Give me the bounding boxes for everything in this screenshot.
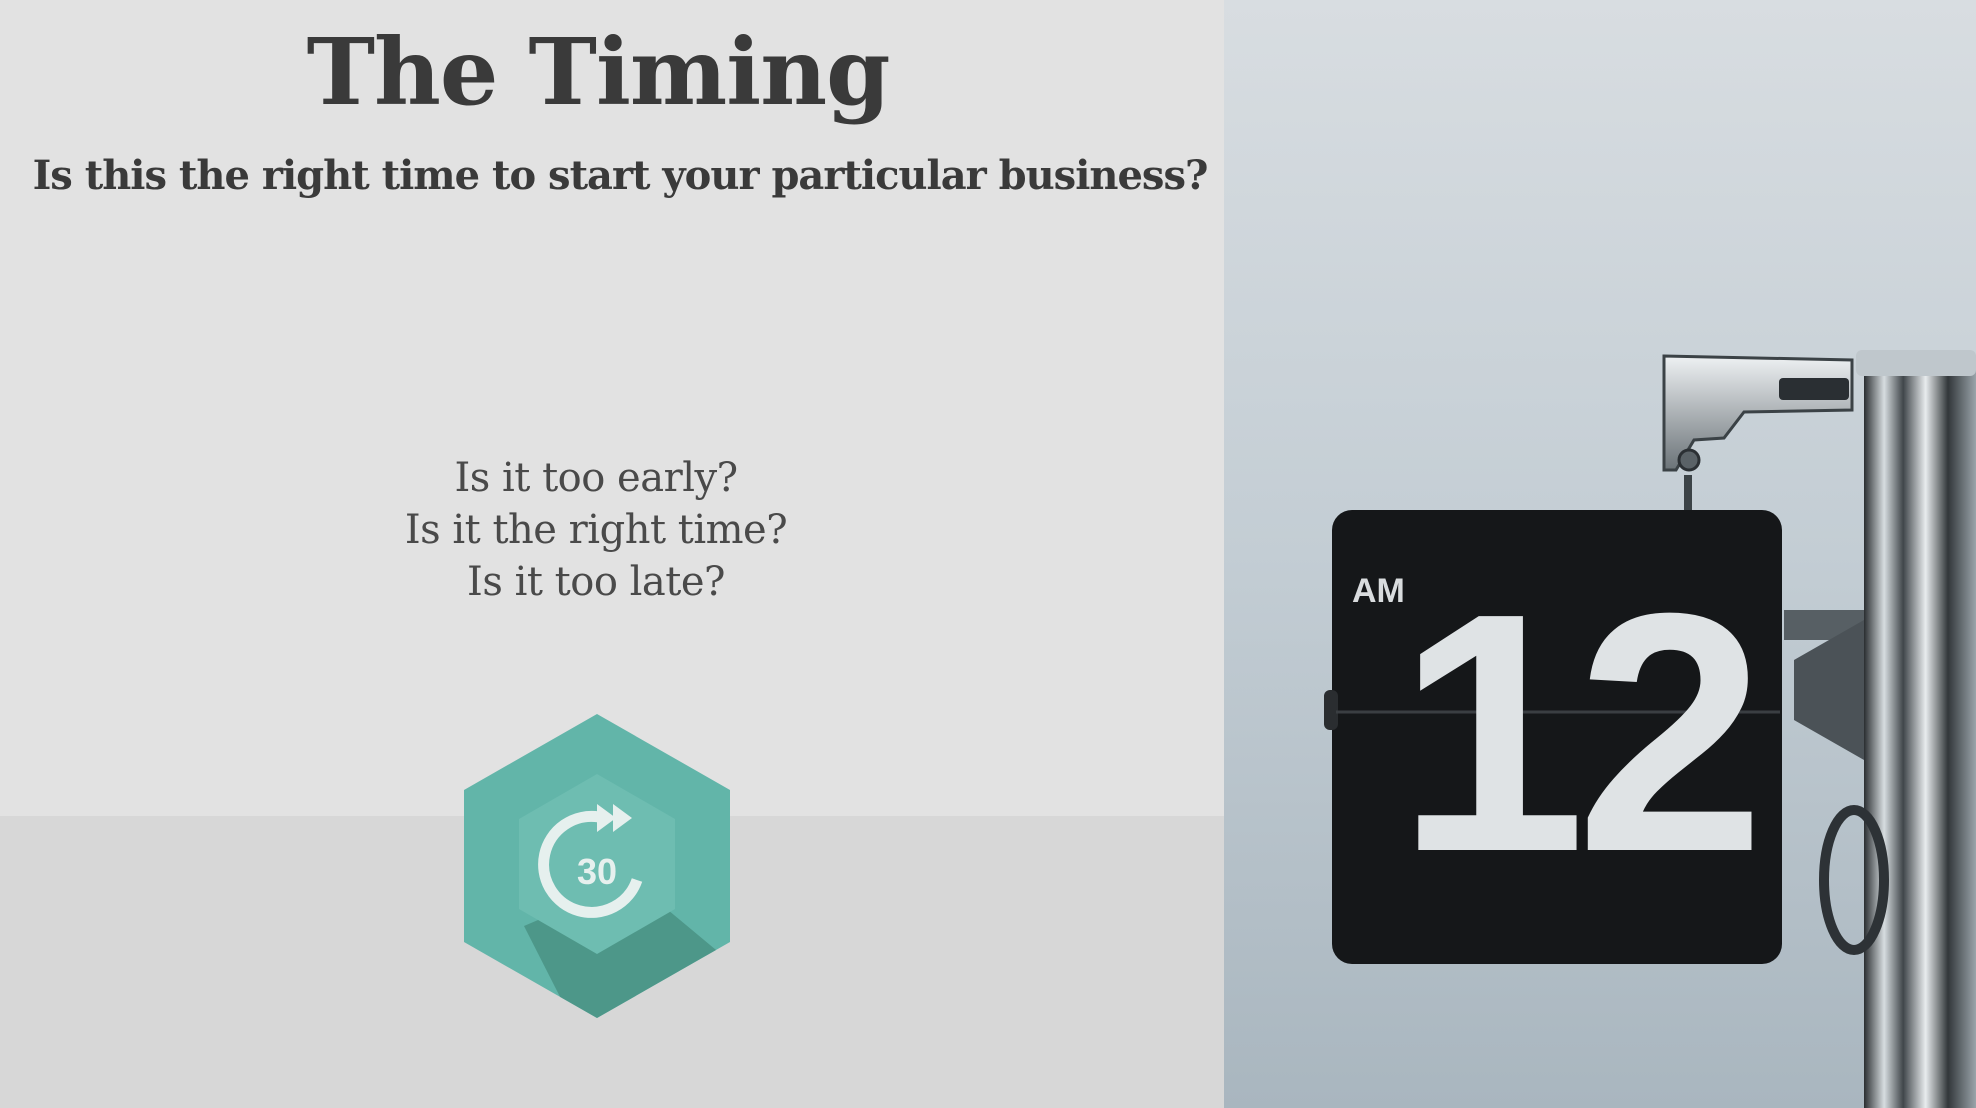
flip-clock-photo: AM 12 <box>1224 0 1976 1108</box>
icon-number: 30 <box>577 851 617 892</box>
question-too-early: Is it too early? <box>454 455 738 501</box>
clock-digits: 12 <box>1397 543 1757 923</box>
fast-forward-30-icon: 30 <box>464 714 730 1018</box>
slide-title: The Timing <box>306 18 891 126</box>
question-list: Is it too early? Is it the right time? I… <box>0 452 1192 608</box>
slide-subtitle: Is this the right time to start your par… <box>32 152 1209 199</box>
question-right-time: Is it the right time? <box>404 507 788 553</box>
question-too-late: Is it too late? <box>467 559 725 605</box>
